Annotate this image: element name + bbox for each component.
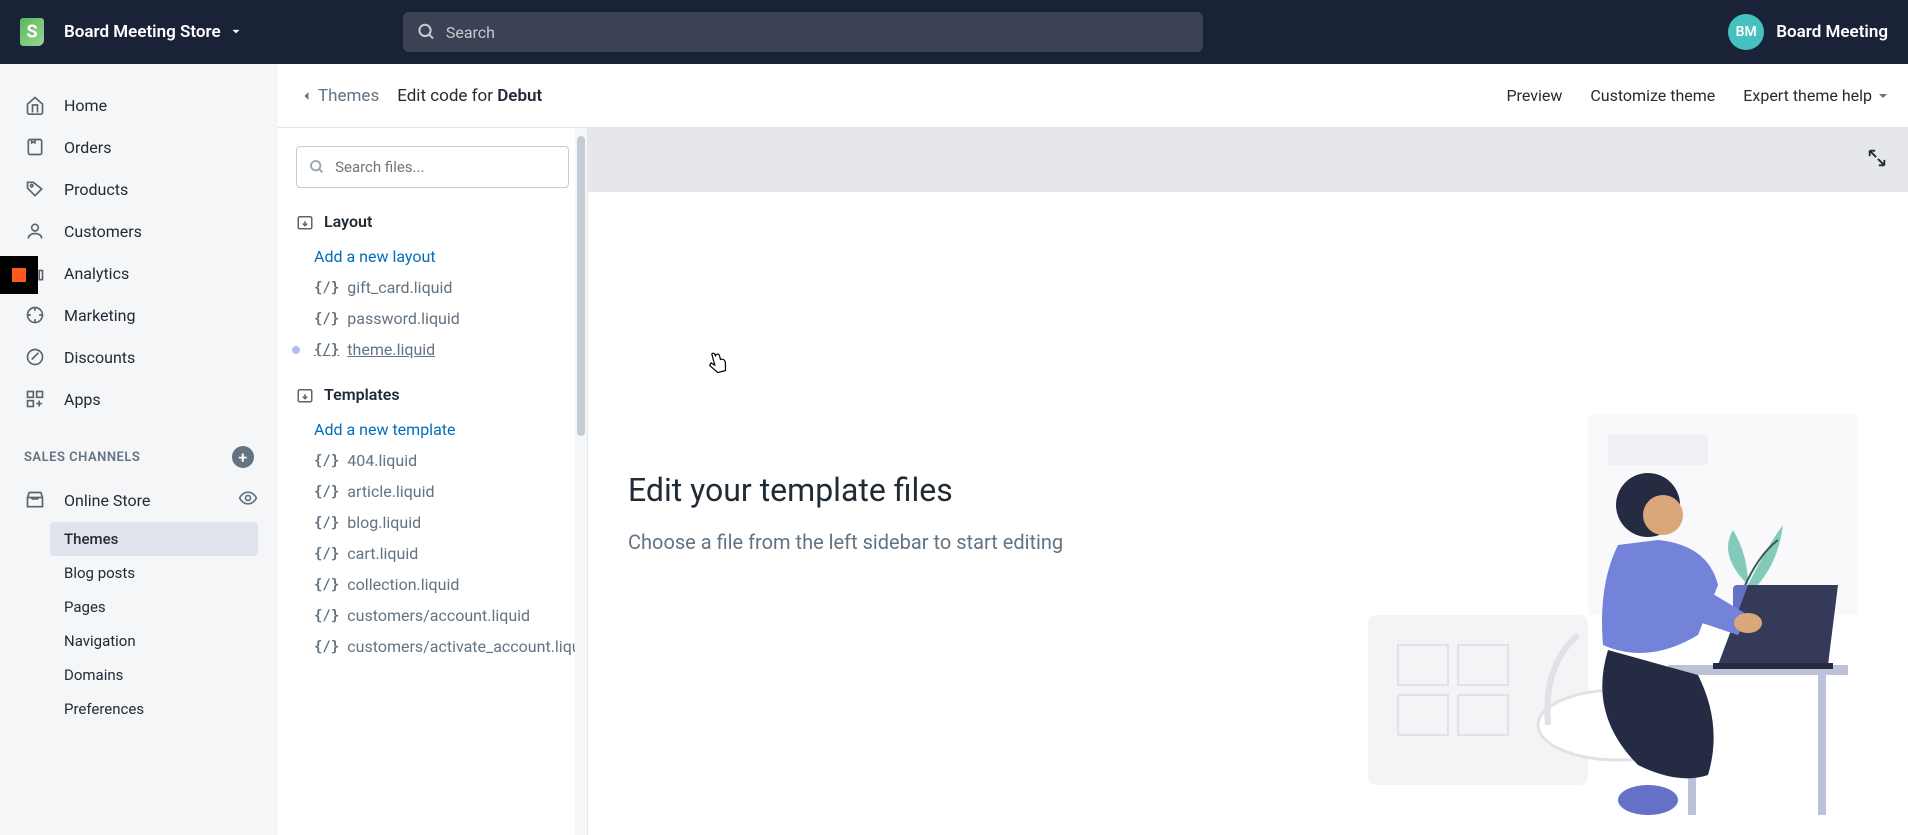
illustration <box>1368 385 1868 835</box>
nav-label: Online Store <box>64 491 150 510</box>
nav-apps[interactable]: Apps <box>0 378 278 420</box>
preview-store-icon[interactable] <box>238 488 258 512</box>
nav-label: Orders <box>64 138 111 157</box>
file-customers-account[interactable]: {/}customers/account.liquid <box>314 600 569 631</box>
nav-discounts[interactable]: Discounts <box>0 336 278 378</box>
subnav-pages[interactable]: Pages <box>50 590 278 624</box>
code-icon: {/} <box>314 311 339 327</box>
code-icon: {/} <box>314 608 339 624</box>
file-search[interactable] <box>296 146 569 188</box>
search-icon <box>309 158 325 176</box>
nav-label: Analytics <box>64 264 129 283</box>
shopify-logo <box>20 18 44 46</box>
file-search-input[interactable] <box>335 158 556 176</box>
store-name-label: Board Meeting Store <box>64 22 221 42</box>
person-icon <box>24 220 46 242</box>
editor-toolbar <box>588 128 1908 192</box>
code-icon: {/} <box>314 515 339 531</box>
file-customers-activate[interactable]: {/}customers/activate_account.liquid <box>314 631 569 662</box>
subnav-themes[interactable]: Themes <box>50 522 258 556</box>
file-cart[interactable]: {/}cart.liquid <box>314 538 569 569</box>
section-label: SALES CHANNELS <box>24 450 140 465</box>
file-article[interactable]: {/}article.liquid <box>314 476 569 507</box>
subnav-navigation[interactable]: Navigation <box>50 624 278 658</box>
nav-home[interactable]: Home <box>0 84 278 126</box>
file-collection[interactable]: {/}collection.liquid <box>314 569 569 600</box>
subnav-preferences[interactable]: Preferences <box>50 692 278 726</box>
code-icon: {/} <box>314 546 339 562</box>
orders-icon <box>24 136 46 158</box>
user-name-label: Board Meeting <box>1776 22 1888 42</box>
code-icon: {/} <box>314 577 339 593</box>
file-theme[interactable]: {/}theme.liquid <box>314 334 569 365</box>
discount-icon <box>24 346 46 368</box>
expert-help-dropdown[interactable]: Expert theme help <box>1743 86 1888 105</box>
file-panel-scrollbar[interactable] <box>575 128 587 835</box>
subnav-domains[interactable]: Domains <box>50 658 278 692</box>
home-icon <box>24 94 46 116</box>
add-layout-link[interactable]: Add a new layout <box>314 241 569 272</box>
add-template-link[interactable]: Add a new template <box>314 414 569 445</box>
code-icon: {/} <box>314 639 339 655</box>
search-input[interactable] <box>446 23 1189 42</box>
subnav-blog-posts[interactable]: Blog posts <box>50 556 278 590</box>
file-gift-card[interactable]: {/}gift_card.liquid <box>314 272 569 303</box>
folder-icon <box>296 213 314 231</box>
sales-channels-header: SALES CHANNELS + <box>0 420 278 478</box>
nav-label: Discounts <box>64 348 135 367</box>
user-menu[interactable]: BM Board Meeting <box>1728 14 1888 50</box>
editor-subtext: Choose a file from the left sidebar to s… <box>628 527 1063 557</box>
expand-icon <box>1866 147 1888 169</box>
search-icon <box>417 22 436 42</box>
editor-heading: Edit your template files <box>628 471 1063 509</box>
code-icon: {/} <box>314 484 339 500</box>
code-icon: {/} <box>314 342 339 358</box>
nav-label: Marketing <box>64 306 135 325</box>
code-icon: {/} <box>314 453 339 469</box>
chevron-left-icon <box>298 88 314 104</box>
topbar: Board Meeting Store BM Board Meeting <box>0 0 1908 64</box>
nav-marketing[interactable]: Marketing <box>0 294 278 336</box>
expand-button[interactable] <box>1866 147 1888 173</box>
record-indicator <box>0 256 38 294</box>
folder-icon <box>296 386 314 404</box>
folder-templates[interactable]: Templates <box>296 385 569 404</box>
store-icon <box>24 489 46 511</box>
folder-label: Templates <box>324 385 400 404</box>
nav-label: Products <box>64 180 128 199</box>
page-header: Themes Edit code for Debut Preview Custo… <box>278 64 1908 128</box>
folder-label: Layout <box>324 212 372 231</box>
global-search[interactable] <box>403 12 1203 52</box>
folder-layout[interactable]: Layout <box>296 212 569 231</box>
nav-label: Apps <box>64 390 101 409</box>
nav-label: Home <box>64 96 107 115</box>
code-icon: {/} <box>314 280 339 296</box>
preview-link[interactable]: Preview <box>1506 86 1562 105</box>
nav-products[interactable]: Products <box>0 168 278 210</box>
file-blog[interactable]: {/}blog.liquid <box>314 507 569 538</box>
apps-icon <box>24 388 46 410</box>
avatar: BM <box>1728 14 1764 50</box>
target-icon <box>24 304 46 326</box>
main-sidebar: Home Orders Products Customers Analytics… <box>0 64 278 835</box>
nav-analytics[interactable]: Analytics <box>0 252 278 294</box>
chevron-down-icon <box>229 25 243 39</box>
editor-area: Edit your template files Choose a file f… <box>588 128 1908 835</box>
customize-theme-link[interactable]: Customize theme <box>1590 86 1715 105</box>
file-404[interactable]: {/}404.liquid <box>314 445 569 476</box>
back-to-themes[interactable]: Themes <box>298 86 379 106</box>
caret-down-icon <box>1878 91 1888 101</box>
page-title: Edit code for Debut <box>397 86 542 106</box>
file-browser: Layout Add a new layout {/}gift_card.liq… <box>278 128 588 835</box>
nav-customers[interactable]: Customers <box>0 210 278 252</box>
tag-icon <box>24 178 46 200</box>
nav-orders[interactable]: Orders <box>0 126 278 168</box>
store-switcher[interactable]: Board Meeting Store <box>64 22 243 42</box>
nav-online-store[interactable]: Online Store <box>0 478 278 522</box>
add-channel-button[interactable]: + <box>232 446 254 468</box>
back-label: Themes <box>318 86 379 106</box>
file-password[interactable]: {/}password.liquid <box>314 303 569 334</box>
nav-label: Customers <box>64 222 142 241</box>
